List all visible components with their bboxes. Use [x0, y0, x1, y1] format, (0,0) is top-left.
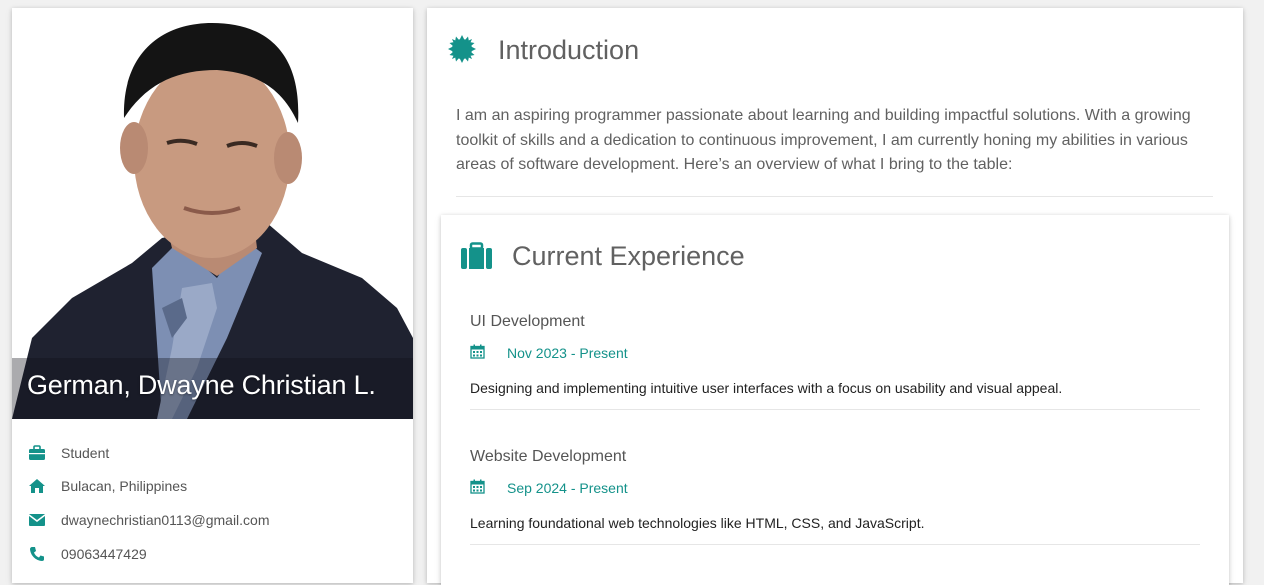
job-description: Designing and implementing intuitive use…: [470, 380, 1063, 396]
info-row-location: Bulacan, Philippines: [12, 474, 413, 498]
info-role: Student: [61, 445, 110, 461]
job-title: Website Development: [470, 448, 627, 465]
divider: [470, 544, 1200, 545]
info-row-email: dwaynechristian0113@gmail.com: [12, 508, 413, 532]
info-email[interactable]: dwaynechristian0113@gmail.com: [61, 512, 270, 528]
certificate-icon: [447, 34, 477, 64]
divider: [456, 196, 1213, 197]
profile-name: German, Dwayne Christian L.: [27, 370, 376, 400]
job-title: UI Development: [470, 313, 585, 330]
info-row-role: Student: [12, 441, 413, 465]
info-row-phone: 09063447429: [12, 542, 413, 566]
job-description: Learning foundational web technologies l…: [470, 515, 925, 531]
profile-photo: German, Dwayne Christian L.: [12, 8, 413, 419]
envelope-icon: [28, 511, 46, 529]
phone-icon: [28, 545, 46, 563]
experience-title: Current Experience: [512, 241, 745, 271]
divider: [470, 409, 1200, 410]
job-date: Sep 2024 - Present: [507, 480, 628, 496]
job-date: Nov 2023 - Present: [507, 345, 628, 361]
introduction-text: I am an aspiring programmer passionate a…: [456, 107, 1191, 173]
calendar-icon: [470, 344, 485, 359]
home-icon: [28, 477, 46, 495]
info-location: Bulacan, Philippines: [61, 478, 188, 494]
introduction-title: Introduction: [498, 35, 640, 65]
info-phone: 09063447429: [61, 546, 147, 562]
briefcase-icon: [28, 444, 46, 462]
experience-card: Current Experience UI Development Nov 20…: [441, 215, 1229, 585]
profile-card: German, Dwayne Christian L. Student Bula…: [12, 8, 413, 583]
calendar-icon: [470, 479, 485, 494]
profile-photo-image: [12, 23, 413, 419]
suitcase-icon: [460, 242, 493, 275]
